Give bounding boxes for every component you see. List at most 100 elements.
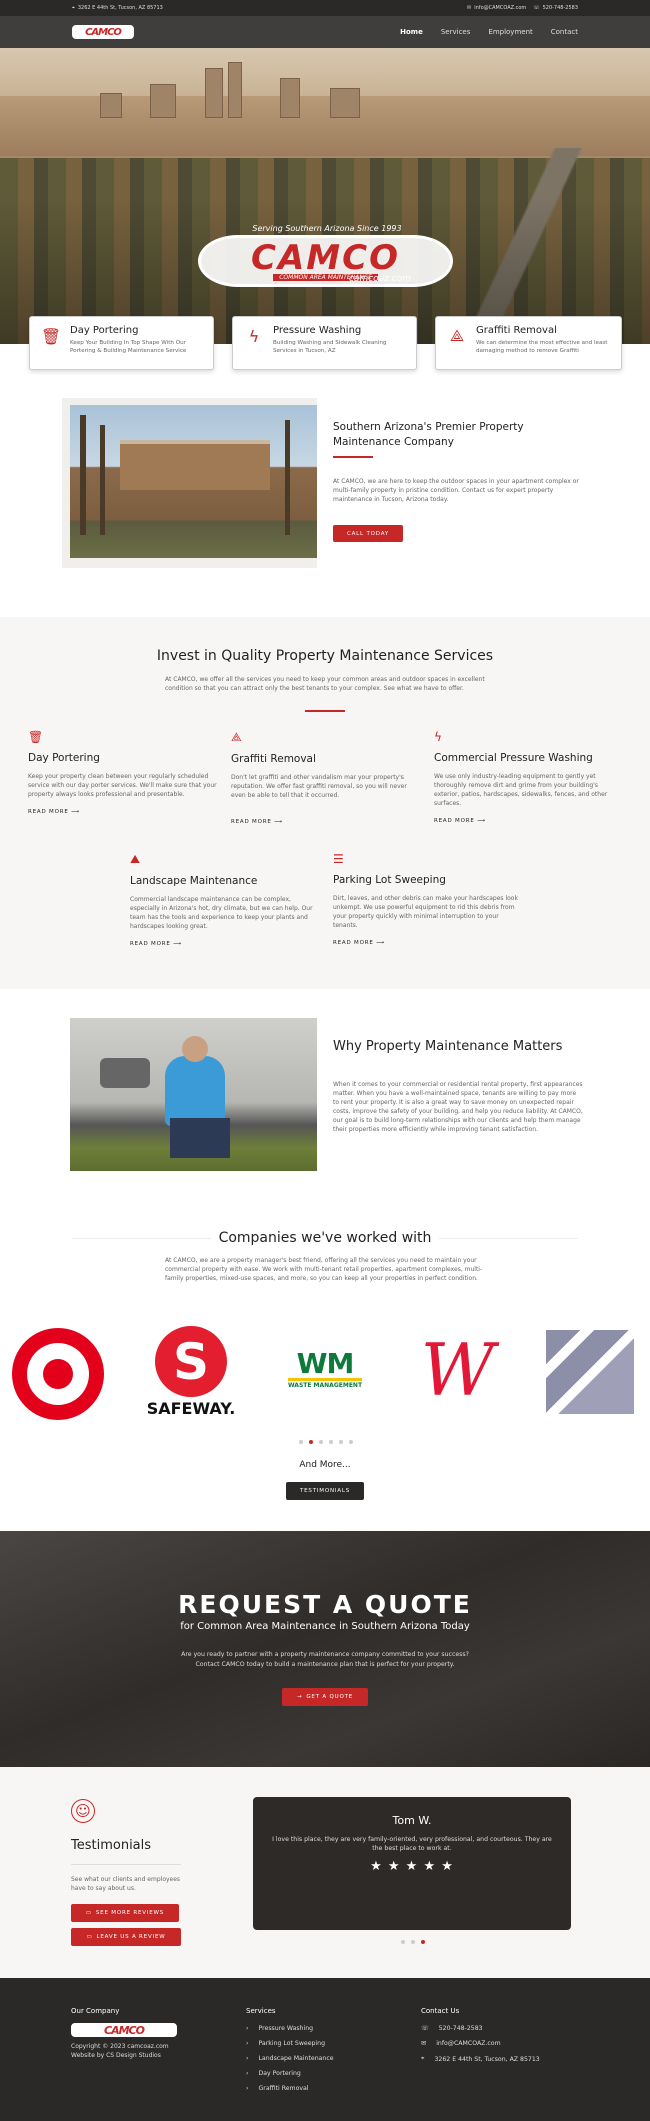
service-text: Don't let graffiti and other vandalism m…: [231, 774, 407, 799]
footer-company: Our Company CAMCO Copyright © 2023 camco…: [71, 2007, 231, 2059]
testimonials-text: See what our clients and employees have …: [71, 1876, 181, 1892]
why-image: [70, 1018, 317, 1171]
safeway-logo: S SAFEWAY.: [147, 1326, 235, 1418]
quote-section: [0, 1531, 650, 1767]
safeway-s-mark: S: [155, 1326, 227, 1397]
nav-links: Home Services Employment Contact: [400, 28, 578, 36]
chat-icon: ▭: [85, 1910, 92, 1916]
worker-jeans: [170, 1118, 230, 1158]
carousel-dot[interactable]: [411, 1940, 415, 1944]
target-ring: [27, 1343, 89, 1405]
landscape-icon: ⛰: [130, 852, 141, 866]
footer-logo[interactable]: CAMCO: [71, 2023, 177, 2037]
testimonials-button[interactable]: TESTIMONIALS: [286, 1482, 364, 1500]
read-more-label: READ MORE: [434, 818, 475, 824]
service-title: Landscape Maintenance: [130, 875, 258, 887]
phone-icon: ☏: [421, 2025, 429, 2032]
nav-home[interactable]: Home: [400, 28, 423, 36]
service-text: Keep your property clean between your re…: [28, 773, 217, 798]
tower: [150, 84, 176, 118]
footer-email-text: info@CAMCOAZ.com: [436, 2040, 501, 2047]
chevron-right-icon: ›: [246, 2055, 249, 2062]
arrow-right-icon: →: [296, 1694, 303, 1700]
carousel-dot[interactable]: [349, 1440, 353, 1444]
footer-service-link[interactable]: › Parking Lot Sweeping: [246, 2040, 396, 2047]
testimonial-quote: I love this place, they are very family-…: [272, 1836, 552, 1852]
footer-credit[interactable]: Website by CS Design Studios: [71, 2052, 231, 2059]
footer-service-link[interactable]: › Landscape Maintenance: [246, 2055, 396, 2062]
testimonials-rule: [71, 1864, 181, 1865]
carousel-dot[interactable]: [401, 1940, 405, 1944]
quote-subtitle: for Common Area Maintenance in Southern …: [180, 1621, 470, 1632]
arrow-right-icon: ⟶: [71, 809, 80, 815]
tower: [205, 68, 223, 118]
footer-service-label: Parking Lot Sweeping: [258, 2040, 326, 2047]
service-text: Commercial landscape maintenance can be …: [130, 896, 313, 930]
carousel-dot-active[interactable]: [309, 1440, 313, 1444]
leave-review-button[interactable]: ▭ LEAVE US A REVIEW: [71, 1928, 181, 1946]
about-divider: [333, 456, 373, 458]
arrow-right-icon: ⟶: [274, 819, 283, 825]
carousel-dot-active[interactable]: [421, 1940, 425, 1944]
carousel-dot[interactable]: [299, 1440, 303, 1444]
spray-icon: ⟁: [449, 326, 465, 345]
main-nav: CAMCO Home Services Employment Contact: [0, 16, 650, 48]
target-dot: [43, 1359, 73, 1389]
trash-icon: 🗑: [28, 730, 44, 744]
quote-title: REQUEST A QUOTE: [178, 1590, 472, 1619]
card-title: Day Portering: [70, 325, 139, 336]
nav-contact[interactable]: Contact: [551, 28, 578, 36]
get-a-quote-button[interactable]: → GET A QUOTE: [282, 1688, 368, 1706]
lightning-icon: ϟ: [434, 730, 442, 744]
carousel-dot[interactable]: [339, 1440, 343, 1444]
service-parking-lot-sweeping: ☰ Parking Lot Sweeping Dirt, leaves, and…: [333, 852, 523, 946]
footer-service-link[interactable]: › Pressure Washing: [246, 2025, 396, 2032]
chevron-right-icon: ›: [246, 2070, 249, 2077]
read-more-link[interactable]: READ MORE ⟶: [28, 809, 218, 815]
read-more-link[interactable]: READ MORE ⟶: [434, 818, 624, 824]
carousel-dot[interactable]: [319, 1440, 323, 1444]
footer-service-link[interactable]: › Day Portering: [246, 2070, 396, 2077]
arrow-right-icon: ⟶: [173, 941, 182, 947]
palm-tree: [100, 425, 105, 535]
chevron-right-icon: ›: [246, 2085, 249, 2092]
footer-address: ⌖ 3262 E 44th St, Tucson, AZ 85713: [421, 2055, 591, 2063]
feature-card-pressure-washing[interactable]: ϟ Pressure Washing Building Washing and S…: [232, 316, 417, 370]
service-landscape-maintenance: ⛰ Landscape Maintenance Commercial lands…: [130, 852, 320, 947]
footer-logo-text: CAMCO: [104, 2023, 145, 2037]
footer-email-link[interactable]: ✉ info@CAMCOAZ.com: [421, 2040, 591, 2047]
pressure-washer: [100, 1058, 150, 1088]
read-more-link[interactable]: READ MORE ⟶: [231, 819, 421, 825]
footer-services-heading: Services: [246, 2007, 276, 2015]
nav-services[interactable]: Services: [441, 28, 471, 36]
read-more-link[interactable]: READ MORE ⟶: [333, 940, 523, 946]
nav-logo[interactable]: CAMCO: [72, 25, 134, 39]
lightning-icon: ϟ: [248, 326, 260, 346]
footer-service-link[interactable]: › Graffiti Removal: [246, 2085, 396, 2092]
top-bar: ⌖ 3262 E 44th St, Tucson, AZ 85713 ✉ info@…: [0, 0, 650, 16]
topbar-phone-link[interactable]: 520-748-2583: [543, 5, 578, 11]
smile-icon: ☺: [71, 1799, 95, 1823]
feature-card-graffiti-removal[interactable]: ⟁ Graffiti Removal We can determine the m…: [435, 316, 622, 370]
partner-logo-v: [546, 1330, 634, 1414]
about-title: Southern Arizona's Premier Property Main…: [333, 421, 524, 448]
contact-info: ✉ info@CAMCOAZ.com ☏ 520-748-2583: [467, 5, 578, 11]
and-more-text: And More...: [299, 1460, 351, 1470]
footer-phone-link[interactable]: ☏ 520-748-2583: [421, 2025, 591, 2032]
carousel-dot[interactable]: [329, 1440, 333, 1444]
service-graffiti-removal: ⟁ Graffiti Removal Don't let graffiti an…: [231, 730, 421, 825]
worker-head: [182, 1036, 208, 1062]
mail-icon: ✉: [467, 5, 472, 11]
topbar-email-link[interactable]: info@CAMCOAZ.com: [474, 5, 526, 11]
nav-employment[interactable]: Employment: [488, 28, 532, 36]
services-intro: At CAMCO, we offer all the services you …: [165, 676, 485, 692]
tower: [330, 88, 360, 118]
see-more-reviews-button[interactable]: ▭ SEE MORE REVIEWS: [71, 1904, 179, 1922]
read-more-link[interactable]: READ MORE ⟶: [130, 941, 320, 947]
about-image: [70, 405, 317, 558]
call-today-button[interactable]: CALL TODAY: [333, 525, 403, 542]
footer-service-label: Pressure Washing: [258, 2025, 314, 2032]
feature-card-day-portering[interactable]: 🗑 Day Portering Keep Your Building In Top…: [29, 316, 214, 370]
get-a-quote-label: GET A QUOTE: [306, 1694, 354, 1700]
testimonial-card: Tom W. I love this place, they are very …: [253, 1797, 571, 1930]
